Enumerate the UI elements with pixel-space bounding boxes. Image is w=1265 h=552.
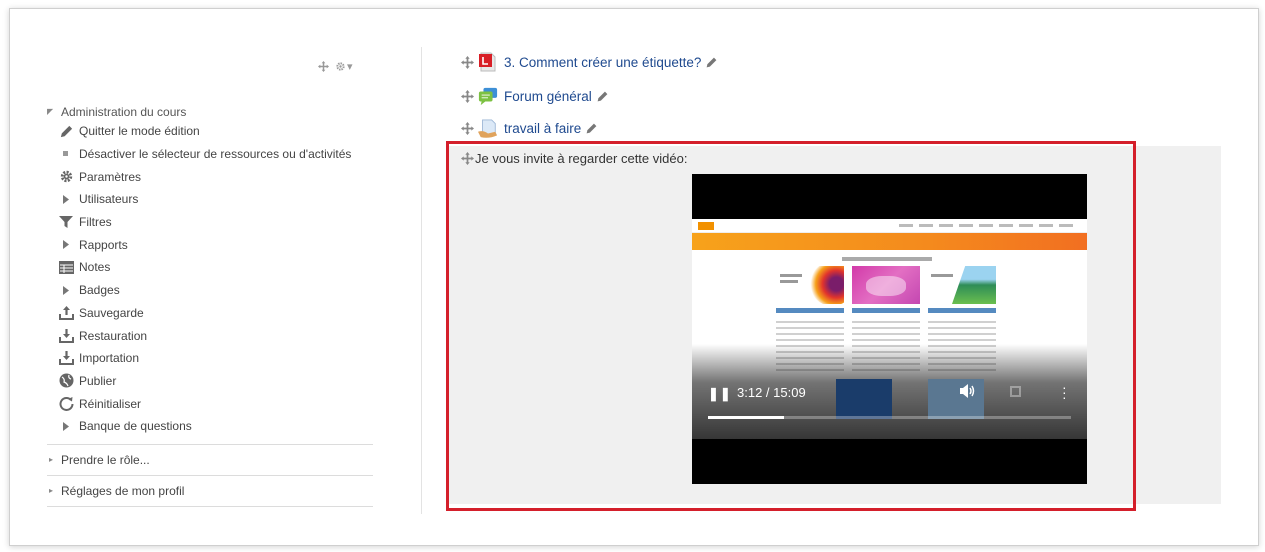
sidebar-item-import[interactable]: Importation [47,347,373,370]
caret-right-icon [57,240,75,250]
sidebar-item-question-bank[interactable]: Banque de questions [47,415,373,438]
assignment-icon [478,118,498,138]
download-icon [57,328,75,343]
course-admin-header[interactable]: ◤ Administration du cours [47,103,373,120]
activity-title[interactable]: 3. Comment créer une étiquette? [504,55,701,70]
switch-role-label: Prendre le rôle... [61,452,150,467]
collapse-arrow-icon: ◤ [47,107,54,116]
activity-item-pdf[interactable]: 3. Comment créer une étiquette? [460,52,718,72]
sidebar-item-filters[interactable]: Filtres [47,211,373,234]
sidebar-item-label: Paramètres [79,169,142,184]
move-icon[interactable] [460,55,474,69]
sidebar-item-label: Désactiver le sélecteur de ressources ou… [79,147,352,162]
gear-icon [57,169,75,184]
switch-role-link[interactable]: ▸ Prendre le rôle... [47,445,373,475]
reset-icon [57,396,75,412]
activity-title[interactable]: Forum général [504,89,592,104]
sidebar-item-label: Importation [79,351,140,366]
sidebar-item-label: Filtres [79,215,112,230]
activity-item-forum[interactable]: Forum général [460,86,609,106]
highlight-box [446,141,1136,511]
edit-title-pencil-icon[interactable] [596,90,609,103]
forum-icon [478,86,498,106]
globe-icon [57,373,75,388]
admin-menu: Quitter le mode édition Désactiver le sé… [47,120,373,438]
caret-right-icon: ▸ [49,486,54,496]
sidebar-item-activity-chooser[interactable]: Désactiver le sélecteur de ressources ou… [47,143,373,166]
sidebar-item-backup[interactable]: Sauvegarde [47,302,373,325]
block-controls: ▾ [318,60,353,73]
filter-icon [57,215,75,229]
sidebar-item-grades[interactable]: Notes [47,256,373,279]
grades-table-icon [57,260,75,274]
sidebar-item-label: Badges [79,283,120,298]
profile-settings-label: Réglages de mon profil [61,483,185,498]
sidebar-item-label: Réinitialiser [79,396,142,411]
column-divider [421,47,422,514]
admin-sidebar: ◤ Administration du cours Quitter le mod… [47,103,373,507]
sidebar-item-settings[interactable]: Paramètres [47,165,373,188]
activity-item-assignment[interactable]: travail à faire [460,118,598,138]
caret-right-icon [57,421,75,431]
sidebar-item-badges[interactable]: Badges [47,279,373,302]
chevron-down-icon: ▾ [347,61,353,73]
block-actions-gear-icon[interactable]: ▾ [335,60,353,73]
download-icon [57,351,75,366]
move-icon[interactable] [460,121,474,135]
edit-title-pencil-icon[interactable] [705,56,718,69]
caret-right-icon: ▸ [49,455,54,465]
pdf-icon [478,52,498,72]
activity-title[interactable]: travail à faire [504,121,581,136]
caret-right-icon [57,285,75,295]
caret-right-icon [57,194,75,204]
move-block-icon[interactable] [318,61,329,72]
course-admin-title: Administration du cours [61,104,187,119]
sidebar-item-restore[interactable]: Restauration [47,324,373,347]
sidebar-item-label: Restauration [79,328,148,343]
divider [47,505,373,507]
sidebar-item-label: Sauvegarde [79,305,144,320]
pencil-icon [57,124,75,139]
sidebar-item-label: Rapports [79,237,128,252]
edit-title-pencil-icon[interactable] [585,122,598,135]
bullet-icon [57,151,75,157]
sidebar-item-label: Notes [79,260,111,275]
move-icon[interactable] [460,89,474,103]
profile-settings-link[interactable]: ▸ Réglages de mon profil [47,476,373,506]
sidebar-item-users[interactable]: Utilisateurs [47,188,373,211]
sidebar-item-edit-mode[interactable]: Quitter le mode édition [47,120,373,143]
sidebar-item-label: Quitter le mode édition [79,124,200,139]
sidebar-item-label: Publier [79,373,117,388]
sidebar-item-label: Utilisateurs [79,192,139,207]
sidebar-item-reports[interactable]: Rapports [47,233,373,256]
sidebar-item-label: Banque de questions [79,419,192,434]
sidebar-item-reset[interactable]: Réinitialiser [47,392,373,415]
upload-icon [57,305,75,320]
sidebar-item-publish[interactable]: Publier [47,370,373,393]
